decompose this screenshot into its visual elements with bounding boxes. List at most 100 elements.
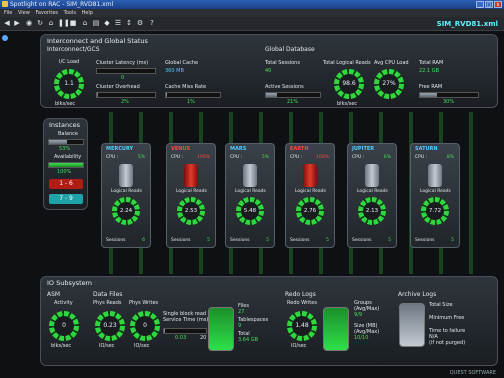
active-sessions-bar[interactable] [265,92,321,98]
logical-reads-value: 2.13 [365,208,379,214]
home2-icon[interactable]: ⌂ [81,19,89,27]
ic-load-gauge[interactable]: 1.1 [54,69,84,99]
ttf-note: (if not purged) [429,340,466,346]
instances-title: Instances [49,121,81,129]
cluster-latency-value: 0 [121,75,125,81]
connection-title: SIM_RVD81.xml [436,20,498,28]
close-button[interactable]: x [494,1,502,8]
redo-writes-value: 1.48 [295,322,309,329]
menu-tools[interactable]: Tools [64,10,76,16]
logical-reads-value: 7.72 [428,208,442,214]
redo-writes-label: Redo Writes [287,300,317,306]
settings-icon[interactable]: ⚙ [136,19,144,27]
title-bar: Spotlight on RAC - SIM_RVD81.xml _ □ x [0,0,504,9]
instance-card-venus[interactable]: VENUS CPU : 100% Logical Reads 2.53 Sess… [166,143,216,248]
free-ram-label: Free RAM [419,84,443,90]
back-icon[interactable]: ◀ [3,19,11,27]
stop-icon[interactable]: ■ [69,19,77,27]
cluster-overhead-value: 2% [121,99,129,105]
app-icon [2,1,8,7]
groups-value: 9/9 [354,312,363,318]
connect-icon[interactable]: ◉ [25,19,33,27]
instance-card-earth[interactable]: EARTH CPU : 100% Logical Reads 2.76 Sess… [285,143,335,248]
menu-view[interactable]: View [18,10,30,16]
total-ram-value: 22.1 GB [419,68,440,74]
availability-bar[interactable] [48,162,84,168]
instance-card-mercury[interactable]: MERCURY CPU : 5% Logical Reads 2.24 Sess… [101,143,151,248]
options-icon[interactable]: ☰ [114,19,122,27]
instance-card-saturn[interactable]: SATURN CPU : 8% Logical Reads 7.72 Sessi… [410,143,460,248]
sessions-label: Sessions [290,238,310,243]
logical-reads-gauge[interactable]: 98.6 [334,69,364,99]
sessions-value: 5 [451,238,454,243]
asm-activity-label: Activity [54,300,73,306]
interconnect-global-panel: Interconnect and Global Status Interconn… [40,34,498,108]
archive-cylinder [399,303,425,347]
free-ram-value: 30% [443,99,455,105]
alarm-icon[interactable]: ◆ [103,19,111,27]
cpu-value: 5% [261,155,269,160]
datafiles-cylinder [208,307,234,351]
logical-reads-label: Logical Reads [111,189,142,194]
total-sessions-value: 40 [265,68,272,74]
refresh-icon[interactable]: ↻ [36,19,44,27]
logical-reads-label: Total Logical Reads [323,60,371,66]
instance-card-mars[interactable]: MARS CPU : 5% Logical Reads 5.48 Session… [225,143,275,248]
menu-help[interactable]: Help [82,10,93,16]
sessions-label: Sessions [415,238,435,243]
menu-favorites[interactable]: Favorites [35,10,58,16]
logical-reads-label: Logical Reads [357,189,388,194]
help-icon[interactable]: ? [148,19,156,27]
sessions-label: Sessions [230,238,250,243]
balance-bar[interactable] [48,139,84,145]
phys-reads-label: Phys Reads [93,300,122,306]
ic-load-value: 1.1 [64,80,74,87]
cpu-value: 8% [446,155,454,160]
size-value: 10/10 [354,335,369,341]
forward-icon[interactable]: ▶ [13,19,21,27]
ic-load-unit: blks/sec [55,101,76,107]
cache-miss-bar[interactable] [165,92,221,98]
sessions-label: Sessions [106,238,126,243]
minimize-button[interactable]: _ [476,1,484,8]
phys-reads-gauge[interactable]: 0.23 [95,311,125,341]
cpu-label: CPU : [106,155,119,160]
menu-file[interactable]: File [4,10,12,16]
drilldown-icon[interactable]: ▤ [92,19,100,27]
cpu-cylinder [184,164,198,187]
global-cache-value: 360 MB [165,68,184,74]
avg-cpu-gauge[interactable]: 27% [374,69,404,99]
single-block-value: 0.03 [175,335,187,341]
phys-writes-gauge[interactable]: 0 [130,311,160,341]
sort-icon[interactable]: ↕ [125,19,133,27]
redo-writes-gauge[interactable]: 1.48 [287,311,317,341]
instance-card-jupiter[interactable]: JUPITER CPU : 6% Logical Reads 2.13 Sess… [347,143,397,248]
home-icon[interactable]: ⌂ [47,19,55,27]
sessions-value: 6 [142,238,145,243]
maximize-button[interactable]: □ [485,1,493,8]
instance-name: EARTH [290,146,309,152]
cache-miss-label: Cache Miss Rate [165,84,207,90]
instances-panel: Instances Balance 53% Availability 100% … [43,118,88,210]
pause-icon[interactable]: ❚❚ [58,19,70,27]
sessions-label: Sessions [171,238,191,243]
logical-reads-label: Logical Reads [295,189,326,194]
instances-down-badge[interactable]: 1 - 6 [49,179,83,189]
min-free-label: Minimum Free [429,315,465,321]
free-ram-bar[interactable] [419,92,479,98]
cpu-cylinder [365,164,379,187]
asm-gauge[interactable]: 0 [49,311,79,341]
single-block-bar[interactable] [163,328,207,334]
tablespaces-value: 9 [238,323,242,329]
instances-up-badge[interactable]: 7 - 9 [49,194,83,204]
global-cache-label: Global Cache [165,60,199,66]
cpu-cylinder [428,164,442,187]
logical-reads-value: 5.48 [243,208,257,214]
files-value: 27 [238,309,245,315]
total-value: 3.64 GB [238,337,259,343]
cluster-latency-bar[interactable] [96,68,156,74]
cluster-overhead-bar[interactable] [96,92,156,98]
logical-reads-value: 98.6 [342,80,356,87]
ic-load-label: I/C Load [59,59,80,65]
balance-label: Balance [58,131,78,137]
